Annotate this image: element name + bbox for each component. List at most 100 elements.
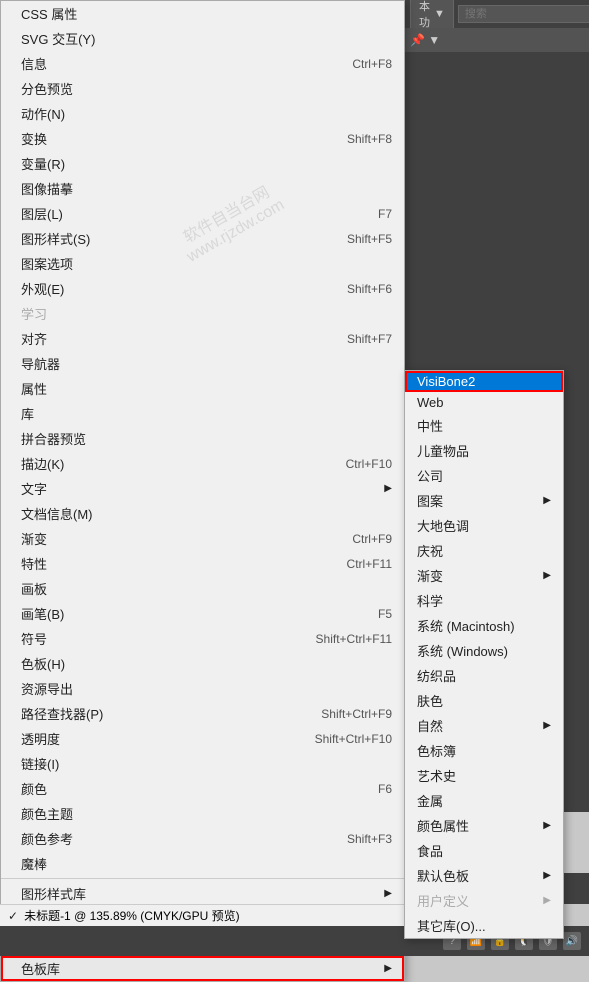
submenu-item-system-win[interactable]: 系统 (Windows): [405, 638, 563, 663]
submenu-item-science[interactable]: 科学: [405, 588, 563, 613]
menu-item-arrow-swatch-lib: ▶: [384, 963, 392, 974]
submenu-item-textile[interactable]: 纺织品: [405, 663, 563, 688]
menu-item-css[interactable]: CSS 属性: [1, 1, 404, 26]
submenu-item-skin[interactable]: 肤色: [405, 688, 563, 713]
submenu-label-user-defined: 用户定义: [417, 891, 469, 910]
submenu-item-art-history[interactable]: 艺术史: [405, 763, 563, 788]
submenu-item-celebrate[interactable]: 庆祝: [405, 538, 563, 563]
menu-item-color-theme[interactable]: 颜色主题: [1, 801, 404, 826]
menu-item-symbol[interactable]: 符号Shift+Ctrl+F11: [1, 626, 404, 651]
submenu-arrow-nature: ▶: [543, 720, 551, 731]
submenu-label-gradient2: 渐变: [417, 566, 443, 585]
menu-item-library[interactable]: 库: [1, 401, 404, 426]
menu-item-label-brush: 画笔(B): [21, 604, 338, 623]
submenu-item-web[interactable]: Web: [405, 392, 563, 413]
menu-item-variable[interactable]: 变量(R): [1, 151, 404, 176]
submenu-item-nature[interactable]: 自然▶: [405, 713, 563, 738]
menu-item-label-color-ref: 颜色参考: [21, 829, 307, 848]
menu-item-combine-prev[interactable]: 拼合器预览: [1, 426, 404, 451]
menu-item-arrow-graphic-lib: ▶: [384, 888, 392, 899]
menu-item-label-action: 动作(N): [21, 104, 392, 123]
submenu-item-swatch-book[interactable]: 色标簿: [405, 738, 563, 763]
menu-item-magic[interactable]: 魔棒: [1, 851, 404, 876]
submenu-arrow-user-defined: ▶: [543, 895, 551, 906]
submenu-arrow-pattern2: ▶: [543, 495, 551, 506]
submenu-item-other-lib[interactable]: 其它库(O)...: [405, 913, 563, 938]
menu-item-action[interactable]: 动作(N): [1, 101, 404, 126]
menu-item-shortcut-gradient: Ctrl+F9: [352, 532, 392, 546]
menu-item-shortcut-opacity: Shift+Ctrl+F10: [315, 732, 392, 746]
menu-item-path-find[interactable]: 路径查找器(P)Shift+Ctrl+F9: [1, 701, 404, 726]
submenu-label-science: 科学: [417, 591, 443, 610]
menu-item-label-align: 对齐: [21, 329, 307, 348]
menu-item-color-sep[interactable]: 分色预览: [1, 76, 404, 101]
menu-item-label-combine-prev: 拼合器预览: [21, 429, 392, 448]
menu-item-shortcut-graphic-style: Shift+F5: [347, 232, 392, 246]
submenu-label-system-mac: 系统 (Macintosh): [417, 616, 515, 635]
submenu-item-food[interactable]: 食品: [405, 838, 563, 863]
menu-item-special[interactable]: 特性Ctrl+F11: [1, 551, 404, 576]
submenu-item-earth[interactable]: 大地色调: [405, 513, 563, 538]
submenu-item-neutral[interactable]: 中性: [405, 413, 563, 438]
right-panel-pin: 📌 ▼: [404, 28, 589, 52]
menu-item-label-color: 颜色: [21, 779, 338, 798]
menu-item-label-text: 文字: [21, 479, 376, 498]
menu-item-color-ref[interactable]: 颜色参考Shift+F3: [1, 826, 404, 851]
menu-item-image-trace[interactable]: 图像描摹: [1, 176, 404, 201]
menu-item-shortcut-trace: Ctrl+F10: [346, 457, 392, 471]
menu-item-label-swatch-lib: 色板库: [21, 959, 376, 978]
menu-item-label-layer: 图层(L): [21, 204, 338, 223]
menu-item-label-gradient: 渐变: [21, 529, 312, 548]
submenu-label-swatch-book: 色标簿: [417, 741, 456, 760]
submenu-item-visibone2[interactable]: VisiBone2: [405, 371, 563, 392]
menu-item-graphic-lib[interactable]: 图形样式库▶: [1, 881, 404, 906]
menu-item-label-link: 链接(I): [21, 754, 392, 773]
submenu-label-color-prop: 颜色属性: [417, 816, 469, 835]
menu-item-trace[interactable]: 描边(K)Ctrl+F10: [1, 451, 404, 476]
menu-item-study[interactable]: 学习: [1, 301, 404, 326]
menu-item-shortcut-layer: F7: [378, 207, 392, 221]
submenu-item-color-prop[interactable]: 颜色属性▶: [405, 813, 563, 838]
submenu-item-metal[interactable]: 金属: [405, 788, 563, 813]
menu-item-opacity[interactable]: 透明度 Shift+Ctrl+F10: [1, 726, 404, 751]
submenu-item-kids[interactable]: 儿童物品: [405, 438, 563, 463]
menu-item-text[interactable]: 文字▶: [1, 476, 404, 501]
submenu-label-pattern2: 图案: [417, 491, 443, 510]
menu-item-graphic-style[interactable]: 图形样式(S)Shift+F5: [1, 226, 404, 251]
menu-item-layer[interactable]: 图层(L) F7: [1, 201, 404, 226]
menu-item-label-opacity: 透明度: [21, 729, 275, 748]
menu-item-color[interactable]: 颜色 F6: [1, 776, 404, 801]
menu-item-shortcut-brush: F5: [378, 607, 392, 621]
search-input[interactable]: [458, 5, 589, 23]
submenu-item-default-swatch[interactable]: 默认色板▶: [405, 863, 563, 888]
menu-item-appearance[interactable]: 外观(E)Shift+F6: [1, 276, 404, 301]
menu-item-pattern[interactable]: 图案选项: [1, 251, 404, 276]
menu-item-label-special: 特性: [21, 554, 307, 573]
menu-item-transform[interactable]: 变换Shift+F8: [1, 126, 404, 151]
menu-item-shortcut-color: F6: [378, 782, 392, 796]
submenu-item-company[interactable]: 公司: [405, 463, 563, 488]
menu-item-brush[interactable]: 画笔(B) F5: [1, 601, 404, 626]
submenu-item-system-mac[interactable]: 系统 (Macintosh): [405, 613, 563, 638]
menu-item-color-board[interactable]: 色板(H): [1, 651, 404, 676]
submenu-label-earth: 大地色调: [417, 516, 469, 535]
menu-item-artboard[interactable]: 画板: [1, 576, 404, 601]
submenu-arrow-gradient2: ▶: [543, 570, 551, 581]
submenu-item-pattern2[interactable]: 图案 ▶: [405, 488, 563, 513]
menu-item-info[interactable]: 信息Ctrl+F8: [1, 51, 404, 76]
submenu-item-user-defined[interactable]: 用户定义 ▶: [405, 888, 563, 913]
menu-item-shortcut-appearance: Shift+F6: [347, 282, 392, 296]
menu-item-swatch-lib[interactable]: 色板库 ▶: [1, 956, 404, 981]
menu-item-doc-info[interactable]: 文档信息(M): [1, 501, 404, 526]
submenu-item-gradient2[interactable]: 渐变 ▶: [405, 563, 563, 588]
menu-item-navigator[interactable]: 导航器: [1, 351, 404, 376]
submenu-label-kids: 儿童物品: [417, 441, 469, 460]
menu-item-gradient[interactable]: 渐变 Ctrl+F9: [1, 526, 404, 551]
menu-item-align[interactable]: 对齐Shift+F7: [1, 326, 404, 351]
menu-item-svg[interactable]: SVG 交互(Y): [1, 26, 404, 51]
menu-item-property[interactable]: 属性: [1, 376, 404, 401]
menu-item-export[interactable]: 资源导出: [1, 676, 404, 701]
volume-icon[interactable]: 🔊: [563, 932, 581, 950]
menu-item-link[interactable]: 链接(I): [1, 751, 404, 776]
submenu-label-system-win: 系统 (Windows): [417, 641, 508, 660]
